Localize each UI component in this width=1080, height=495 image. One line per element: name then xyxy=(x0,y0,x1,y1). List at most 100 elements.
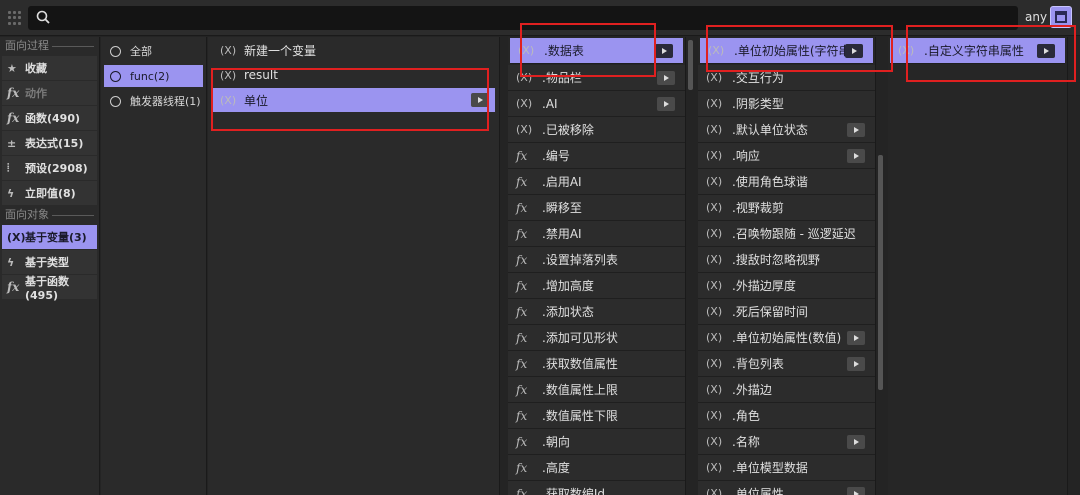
category-item[interactable]: fx 动作 xyxy=(2,81,97,105)
member-item[interactable]: (X) .单位初始属性(数值) xyxy=(698,325,875,351)
category-item[interactable]: ϟ 基于类型 xyxy=(2,250,97,274)
expand-arrow-icon[interactable] xyxy=(655,44,673,58)
variable-icon: (X) xyxy=(706,461,723,474)
member-item[interactable]: fx .添加可见形状 xyxy=(508,325,685,351)
member-item[interactable]: (X) .外描边 xyxy=(698,377,875,403)
member-item[interactable]: (X) .背包列表 xyxy=(698,351,875,377)
member-item[interactable]: (X) .外描边厚度 xyxy=(698,273,875,299)
member-item[interactable]: (X) .物品栏 xyxy=(508,65,685,91)
category-item[interactable]: fx 函数(490) xyxy=(2,106,97,130)
member-item[interactable]: (X) .召唤物跟随 - 巡逻延迟 xyxy=(698,221,875,247)
member-item[interactable]: (X) .死后保留时间 xyxy=(698,299,875,325)
member-item[interactable]: (X) .默认单位状态 xyxy=(698,117,875,143)
variable-icon: (X) xyxy=(706,253,723,266)
category-label: 收藏 xyxy=(25,62,47,75)
category-label: 预设(2908) xyxy=(25,162,88,175)
expand-arrow-icon[interactable] xyxy=(657,71,675,85)
member-item[interactable]: (X) .视野裁剪 xyxy=(698,195,875,221)
variable-item[interactable]: (X) 新建一个变量 xyxy=(212,38,495,62)
variable-icon: (X) xyxy=(706,279,723,292)
fx-icon: fx xyxy=(516,460,528,475)
variable-icon: (X) xyxy=(706,305,723,318)
scope-label: 触发器线程(1) xyxy=(130,95,201,108)
variable-item[interactable]: (X) result xyxy=(212,63,495,87)
search-input[interactable] xyxy=(28,6,1018,30)
variable-icon: (X) xyxy=(706,487,723,495)
variable-icon: (X) xyxy=(706,227,723,240)
member-item[interactable]: fx .高度 xyxy=(508,455,685,481)
member-item[interactable]: (X) .阴影类型 xyxy=(698,91,875,117)
expand-arrow-icon[interactable] xyxy=(1037,44,1055,58)
expand-arrow-icon[interactable] xyxy=(657,97,675,111)
expand-arrow-icon[interactable] xyxy=(847,331,865,345)
category-item[interactable]: fx 基于函数(495) xyxy=(2,274,97,302)
scope-item[interactable]: 触发器线程(1) xyxy=(104,90,203,112)
member-item[interactable]: fx .编号 xyxy=(508,143,685,169)
member-item[interactable]: (X) .角色 xyxy=(698,403,875,429)
member-item[interactable]: fx .启用AI xyxy=(508,169,685,195)
member-item[interactable]: (X) .交互行为 xyxy=(698,65,875,91)
expand-arrow-icon[interactable] xyxy=(847,357,865,371)
member-item[interactable]: (X) .单位模型数据 xyxy=(698,455,875,481)
variable-icon: (X) xyxy=(706,149,723,162)
member-item[interactable]: fx .设置掉落列表 xyxy=(508,247,685,273)
expand-arrow-icon[interactable] xyxy=(847,435,865,449)
category-label: 基于变量(3) xyxy=(25,231,87,244)
member-item[interactable]: fx .瞬移至 xyxy=(508,195,685,221)
member-item[interactable]: (X) .自定义字符串属性 xyxy=(890,38,1065,64)
member-item[interactable]: (X) .使用角色球谐 xyxy=(698,169,875,195)
member-label: .角色 xyxy=(732,409,760,423)
expand-arrow-icon[interactable] xyxy=(847,487,865,495)
expand-arrow-icon[interactable] xyxy=(847,123,865,137)
member-item[interactable]: fx .获取数值属性 xyxy=(508,351,685,377)
fx-icon: fx xyxy=(7,111,20,125)
variable-item[interactable]: (X) 单位 xyxy=(212,88,495,112)
fx-icon: fx xyxy=(516,434,528,449)
member-item[interactable]: fx .数值属性下限 xyxy=(508,403,685,429)
scope-item[interactable]: 全部 xyxy=(104,40,203,62)
variable-icon: (X) xyxy=(706,175,723,188)
member-item[interactable]: fx .增加高度 xyxy=(508,273,685,299)
section-title: 面向对象 xyxy=(5,208,49,221)
member-item[interactable]: fx .添加状态 xyxy=(508,299,685,325)
category-item[interactable]: ϟ 立即值(8) xyxy=(2,181,97,205)
member-label: .交互行为 xyxy=(732,71,784,85)
category-item[interactable]: ⦙ 预设(2908) xyxy=(2,156,97,180)
fx-icon: fx xyxy=(516,408,528,423)
member-label: .数值属性下限 xyxy=(542,409,618,423)
member-item[interactable]: (X) .名称 xyxy=(698,429,875,455)
filter-toggle-button[interactable] xyxy=(1050,6,1072,28)
member-label: .增加高度 xyxy=(542,279,594,293)
member-item[interactable]: fx .数值属性上限 xyxy=(508,377,685,403)
member-item[interactable]: (X) .单位属性 xyxy=(698,481,875,495)
member-item[interactable]: (X) .搜敌时忽略视野 xyxy=(698,247,875,273)
expand-arrow-icon[interactable] xyxy=(471,93,489,107)
scrollbar[interactable] xyxy=(878,155,883,390)
member-label: .视野裁剪 xyxy=(732,201,784,215)
scope-item[interactable]: func(2) xyxy=(104,65,203,87)
member-label: .启用AI xyxy=(542,175,582,189)
variable-icon: (X) xyxy=(708,44,725,57)
member-item[interactable]: fx .获取数编Id xyxy=(508,481,685,495)
expand-arrow-icon[interactable] xyxy=(845,44,863,58)
member-item[interactable]: fx .朝向 xyxy=(508,429,685,455)
fx-icon: fx xyxy=(516,148,528,163)
member-item[interactable]: (X) .单位初始属性(字符串) xyxy=(700,38,873,64)
scrollbar[interactable] xyxy=(688,40,693,90)
drag-handle-icon[interactable] xyxy=(8,11,22,25)
lightning-icon: ϟ xyxy=(7,255,15,269)
category-item[interactable]: ★ 收藏 xyxy=(2,56,97,80)
member-label: .死后保留时间 xyxy=(732,305,808,319)
category-item[interactable]: ± 表达式(15) xyxy=(2,131,97,155)
member-item[interactable]: (X) .AI xyxy=(508,91,685,117)
member-item[interactable]: fx .禁用AI xyxy=(508,221,685,247)
member-label: .响应 xyxy=(732,149,760,163)
member-item[interactable]: (X) .已被移除 xyxy=(508,117,685,143)
category-item[interactable]: (X) 基于变量(3) xyxy=(2,225,97,249)
member-item[interactable]: (X) .数据表 xyxy=(510,38,683,64)
divider xyxy=(52,45,94,47)
category-label: 基于函数(495) xyxy=(25,274,69,302)
expand-arrow-icon[interactable] xyxy=(847,149,865,163)
section-header: 面向过程 xyxy=(0,37,99,55)
member-item[interactable]: (X) .响应 xyxy=(698,143,875,169)
